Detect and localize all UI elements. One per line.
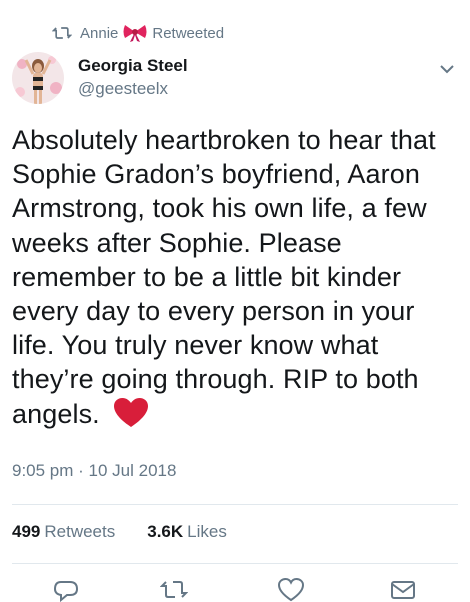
likes-stat[interactable]: 3.6K Likes [147,522,227,542]
tweet-stats: 499 Retweets 3.6K Likes [12,522,259,542]
retweet-icon[interactable] [160,578,188,602]
avatar[interactable] [12,52,64,104]
tweet-body: Absolutely heartbroken to hear that Soph… [12,125,436,429]
red-heart-emoji-icon [114,397,149,427]
message-icon[interactable] [389,578,417,602]
author-handle[interactable]: @geesteelx [78,79,168,99]
bow-emoji-icon [123,25,147,42]
chevron-down-icon[interactable] [438,60,456,78]
retweets-count: 499 [12,522,41,541]
tweet-text: Absolutely heartbroken to hear that Soph… [12,123,452,431]
tweet-header: Georgia Steel @geesteelx [12,52,458,108]
author-name[interactable]: Georgia Steel [78,56,188,76]
reply-icon[interactable] [52,578,80,602]
retweets-stat[interactable]: 499 Retweets [12,522,115,542]
retweet-context: Annie Retweeted [52,22,224,44]
tweet-actions [0,578,470,602]
divider [12,504,458,505]
likes-label: Likes [187,522,227,541]
likes-count: 3.6K [147,522,184,541]
retweets-label: Retweets [44,522,116,541]
retweeted-label: Retweeted [152,24,225,42]
divider [12,563,458,564]
retweet-icon [52,27,72,39]
tweet-timestamp[interactable]: 9:05 pm · 10 Jul 2018 [12,461,176,481]
like-icon[interactable] [277,578,305,602]
retweeter-name[interactable]: Annie [80,25,118,42]
